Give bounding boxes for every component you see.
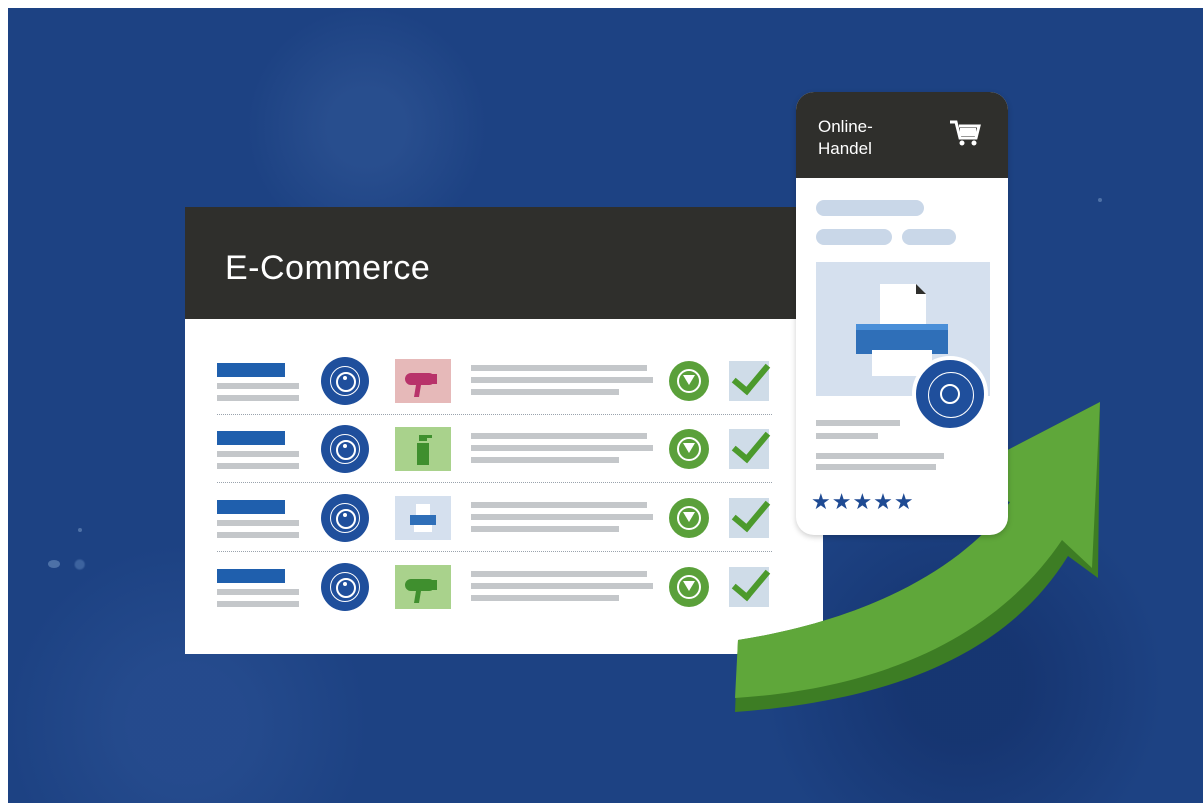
phone-header: Online-Handel [796,92,1008,178]
text-placeholder [816,453,944,459]
growth-arrow-icon [735,402,1100,712]
online-shop-phone: Online-Handel ★★★★★ [796,92,1008,535]
text-placeholder [816,464,936,470]
text-placeholder [902,229,956,245]
shopping-cart-icon[interactable] [948,116,982,150]
rating-stars: ★★★★★ [811,489,915,514]
blauer-engel-seal-icon [912,356,988,432]
text-placeholder [816,433,878,439]
text-placeholder [816,229,892,245]
text-placeholder [816,420,900,426]
text-placeholder [816,200,924,216]
phone-title: Online-Handel [818,117,873,158]
